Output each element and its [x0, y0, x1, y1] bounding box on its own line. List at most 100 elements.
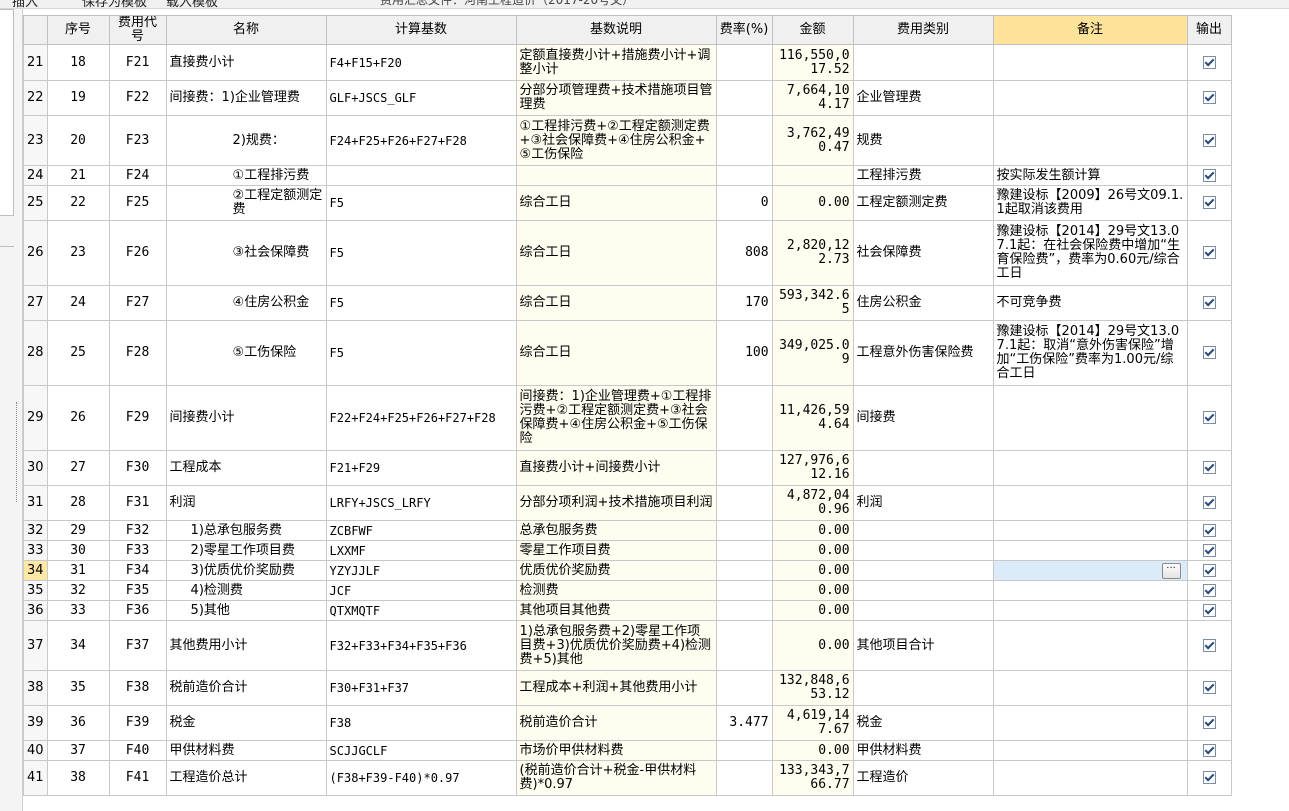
- row-number[interactable]: 37: [23, 620, 48, 671]
- remark-cell[interactable]: [992, 385, 1188, 451]
- fee-code-cell[interactable]: F30: [108, 450, 167, 486]
- amount-cell[interactable]: 133,343,766.77: [771, 760, 854, 796]
- amount-cell[interactable]: 7,664,104.17: [771, 80, 854, 116]
- row-number[interactable]: 33: [23, 540, 48, 561]
- remark-cell[interactable]: [992, 80, 1188, 116]
- row-number[interactable]: 28: [23, 320, 48, 386]
- basis-desc-cell[interactable]: 间接费：1)企业管理费+①工程排污费+②工程定额测定费+③社会保障费+④住房公积…: [515, 385, 717, 451]
- rate-cell[interactable]: [715, 620, 773, 671]
- fee-code-cell[interactable]: F35: [108, 580, 167, 601]
- seq-cell[interactable]: 33: [46, 600, 110, 621]
- name-cell[interactable]: 4)检测费: [165, 580, 327, 601]
- basis-cell[interactable]: YZYJJLF: [325, 560, 517, 581]
- table-row[interactable]: 29 26 F29 间接费小计 F22+F24+F25+F26+F27+F28 间接费：1…: [23, 385, 1232, 451]
- output-cell[interactable]: [1186, 620, 1232, 671]
- row-number[interactable]: 30: [23, 450, 48, 486]
- row-number[interactable]: 26: [23, 220, 48, 286]
- row-number[interactable]: 31: [23, 485, 48, 521]
- table-row[interactable]: 39 36 F39 税金 F38 税前造价合计 3.477 4,619,147.67 税金: [23, 705, 1232, 741]
- table-row[interactable]: 24 21 F24 ①工程排污费 工程排污费 按实际发生额计算: [23, 165, 1232, 186]
- rate-cell[interactable]: [715, 670, 773, 706]
- amount-cell[interactable]: 0.00: [771, 185, 854, 221]
- basis-desc-cell[interactable]: 分部分项利润+技术措施项目利润: [515, 485, 717, 521]
- output-cell[interactable]: [1186, 580, 1232, 601]
- seq-cell[interactable]: 27: [46, 450, 110, 486]
- remark-cell[interactable]: [992, 44, 1188, 81]
- row-number[interactable]: 40: [23, 740, 48, 761]
- output-cell[interactable]: [1186, 520, 1232, 541]
- row-number[interactable]: 36: [23, 600, 48, 621]
- output-cell[interactable]: [1186, 485, 1232, 521]
- row-number[interactable]: 27: [23, 285, 48, 321]
- category-cell[interactable]: 社会保障费: [852, 220, 994, 286]
- category-cell[interactable]: 税金: [852, 705, 994, 741]
- fee-code-cell[interactable]: F39: [108, 705, 167, 741]
- category-cell[interactable]: [852, 520, 994, 541]
- rate-cell[interactable]: [715, 520, 773, 541]
- col-header-code[interactable]: 费用代号: [108, 15, 167, 45]
- remark-cell[interactable]: [992, 520, 1188, 541]
- basis-desc-cell[interactable]: (税前造价合计+税金-甲供材料费)*0.97: [515, 760, 717, 796]
- output-checkbox[interactable]: [1202, 55, 1216, 69]
- output-cell[interactable]: [1186, 115, 1232, 166]
- basis-desc-cell[interactable]: 检测费: [515, 580, 717, 601]
- output-checkbox[interactable]: [1202, 133, 1216, 147]
- basis-desc-cell[interactable]: 综合工日: [515, 220, 717, 286]
- name-cell[interactable]: ③社会保障费: [165, 220, 327, 286]
- output-checkbox[interactable]: [1202, 461, 1216, 474]
- table-row[interactable]: 27 24 F27 ④住房公积金 F5 综合工日 170 593,342.65 住房公积金 不可竞…: [23, 285, 1232, 321]
- fee-code-cell[interactable]: F33: [108, 540, 167, 561]
- fee-code-cell[interactable]: F28: [108, 320, 167, 386]
- remark-cell[interactable]: [992, 705, 1188, 741]
- rate-cell[interactable]: [715, 115, 773, 166]
- rate-cell[interactable]: [715, 600, 773, 621]
- amount-cell[interactable]: 0.00: [771, 520, 854, 541]
- output-cell[interactable]: [1186, 705, 1232, 741]
- remark-cell[interactable]: [992, 485, 1188, 521]
- name-cell[interactable]: 其他费用小计: [165, 620, 327, 671]
- basis-desc-cell[interactable]: 工程成本+利润+其他费用小计: [515, 670, 717, 706]
- output-checkbox[interactable]: [1202, 681, 1216, 694]
- remark-cell[interactable]: 不可竞争费: [992, 285, 1188, 321]
- output-cell[interactable]: [1186, 540, 1232, 561]
- category-cell[interactable]: [852, 540, 994, 561]
- row-number[interactable]: 41: [23, 760, 48, 796]
- output-checkbox[interactable]: [1202, 563, 1216, 577]
- rate-cell[interactable]: [715, 540, 773, 561]
- seq-cell[interactable]: 20: [46, 115, 110, 166]
- name-cell[interactable]: 2)零星工作项目费: [165, 540, 327, 561]
- basis-desc-cell[interactable]: ①工程排污费+②工程定额测定费+③社会保障费+④住房公积金+⑤工伤保险: [515, 115, 717, 166]
- rate-cell[interactable]: 100: [715, 320, 773, 386]
- output-cell[interactable]: [1186, 560, 1232, 581]
- basis-desc-cell[interactable]: 优质优价奖励费: [515, 560, 717, 581]
- seq-cell[interactable]: 34: [46, 620, 110, 671]
- row-number[interactable]: 23: [23, 115, 48, 166]
- rate-cell[interactable]: [715, 560, 773, 581]
- amount-cell[interactable]: 0.00: [771, 580, 854, 601]
- table-row[interactable]: 40 37 F40 甲供材料费 SCJJGCLF 市场价甲供材料费 0.00 甲供材料费: [23, 740, 1232, 761]
- row-number[interactable]: 25: [23, 185, 48, 221]
- rate-cell[interactable]: 808: [715, 220, 773, 286]
- table-row[interactable]: 34 31 F34 3)优质优价奖励费 YZYJJLF 优质优价奖励费 0.00 ···: [23, 560, 1232, 581]
- output-cell[interactable]: [1186, 385, 1232, 451]
- output-cell[interactable]: [1186, 44, 1232, 81]
- table-row[interactable]: 33 30 F33 2)零星工作项目费 LXXMF 零星工作项目费 0.00: [23, 540, 1232, 561]
- amount-cell[interactable]: 4,872,040.96: [771, 485, 854, 521]
- output-checkbox[interactable]: [1202, 91, 1216, 104]
- amount-cell[interactable]: 0.00: [771, 560, 854, 581]
- category-cell[interactable]: 规费: [852, 115, 994, 166]
- col-header-rate[interactable]: 费率(%): [715, 15, 773, 45]
- category-cell[interactable]: [852, 450, 994, 486]
- rate-cell[interactable]: [715, 385, 773, 451]
- name-cell[interactable]: 5)其他: [165, 600, 327, 621]
- category-cell[interactable]: 工程定额测定费: [852, 185, 994, 221]
- category-cell[interactable]: 甲供材料费: [852, 740, 994, 761]
- basis-cell[interactable]: F5: [325, 185, 517, 221]
- seq-cell[interactable]: 22: [46, 185, 110, 221]
- fee-code-cell[interactable]: F24: [108, 165, 167, 186]
- category-cell[interactable]: [852, 580, 994, 601]
- remark-cell[interactable]: [992, 580, 1188, 601]
- name-cell[interactable]: 工程造价总计: [165, 760, 327, 796]
- rate-cell[interactable]: [715, 760, 773, 796]
- name-cell[interactable]: 直接费小计: [165, 44, 327, 81]
